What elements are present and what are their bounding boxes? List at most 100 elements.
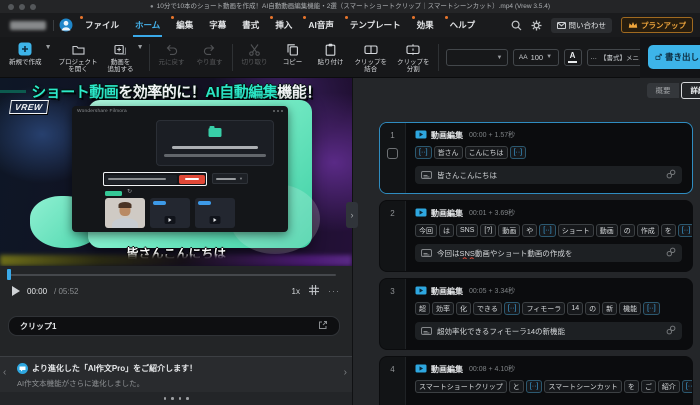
gap-chip[interactable]: [··] <box>525 380 543 393</box>
gap-chip[interactable]: [··] <box>509 146 527 159</box>
word-chip[interactable]: スマートシーンカット <box>544 380 622 393</box>
next-notice-chevron[interactable]: › <box>344 367 347 378</box>
word-chip[interactable]: 14 <box>567 302 584 315</box>
word-chip[interactable]: フィモーラ <box>522 302 566 315</box>
plan-upgrade-button[interactable]: プランアップ <box>621 17 693 33</box>
menu-tab-編集[interactable]: 編集 <box>168 13 201 37</box>
format-menu-button[interactable]: … 【書式】メニュー <box>586 48 645 66</box>
word-chip[interactable]: 化 <box>456 302 471 315</box>
menu-tab-ヘルプ[interactable]: ヘルプ <box>442 13 484 37</box>
word-chip[interactable]: 新 <box>602 302 618 315</box>
export-button[interactable]: 書き出し <box>648 45 700 69</box>
gap-chip[interactable]: [··] <box>503 302 521 315</box>
clip-card-2[interactable]: 2 動画編集 00:01 + 3.69秒 今回は SNS [?] 動画や [··] ショー… <box>379 200 693 272</box>
menu-tab-AI音声[interactable]: AI音声 <box>300 13 342 37</box>
word-chip[interactable]: 作成 <box>636 224 659 237</box>
clip-card-1[interactable]: 1 動画編集 00:00 + 1.57秒 [··] 皆さん こんにちは [··] 皆さ… <box>379 122 693 194</box>
link-icon[interactable] <box>666 322 676 340</box>
toolbar-new-button[interactable]: 新規で作成 ▼ <box>4 37 54 67</box>
gap-chip[interactable]: [··] <box>677 224 692 237</box>
font-family-select[interactable]: ▼ <box>445 48 508 66</box>
toolbar-copy-button[interactable]: コピー <box>274 37 312 67</box>
word-chip[interactable]: 皆さん <box>433 146 463 159</box>
chevron-down-icon[interactable]: ▼ <box>45 44 52 51</box>
menu-tab-ホーム[interactable]: ホーム <box>127 13 168 37</box>
playhead[interactable] <box>7 269 11 280</box>
word-chip[interactable]: の <box>585 302 601 315</box>
word-chip[interactable]: や <box>522 224 538 237</box>
word-chip[interactable]: は <box>439 224 454 237</box>
panel-tab-詳細[interactable]: 詳細 <box>681 82 700 99</box>
clip-card-3[interactable]: 3 動画編集 00:05 + 3.34秒 超効率化できる [··] フィモーラ 14 の… <box>379 278 693 350</box>
search-icon[interactable] <box>511 20 522 31</box>
toolbar-paste-button[interactable]: 貼り付け <box>312 37 350 67</box>
menu-tab-効果[interactable]: 効果 <box>409 13 442 37</box>
word-chip[interactable]: 動画 <box>595 224 618 237</box>
menu-tab-挿入[interactable]: 挿入 <box>267 13 300 37</box>
word-chip[interactable]: を <box>623 380 639 393</box>
font-size-control[interactable]: AA 100 ▼ <box>512 48 559 66</box>
word-chip[interactable]: SNS <box>456 224 479 237</box>
menu-tab-ファイル[interactable]: ファイル <box>77 13 127 37</box>
toolbar-split-button[interactable]: クリップを 分割 <box>392 37 435 75</box>
text-color-button[interactable]: A <box>563 48 582 66</box>
clip-checkbox[interactable] <box>387 148 398 159</box>
menu-tab-字幕[interactable]: 字幕 <box>201 13 234 37</box>
menu-tab-書式[interactable]: 書式 <box>234 13 267 37</box>
word-chip[interactable]: 紹介 <box>657 380 680 393</box>
toolbar-open-button[interactable]: プロジェクト を開く <box>54 37 103 75</box>
panel-tab-概要[interactable]: 概要 <box>647 83 679 98</box>
toolbar-undo-button[interactable]: 元に戻す <box>153 37 191 67</box>
play-button[interactable] <box>12 286 20 296</box>
word-chip[interactable]: 効率 <box>432 302 454 315</box>
subtitle-row[interactable]: 今回はSNS動画やショート動画の作成を <box>415 244 682 262</box>
subtitle-row[interactable]: 超効率化できるフィモーラ14の新機能 <box>415 322 682 340</box>
prev-notice-chevron[interactable]: ‹ <box>3 367 6 378</box>
toolbar-cut-button[interactable]: 切り取り <box>236 37 274 67</box>
pagination-dot[interactable] <box>163 397 166 400</box>
collapse-panel-handle[interactable]: › <box>346 202 358 228</box>
subtitle-row[interactable]: 皆さんこんにちは <box>415 166 682 184</box>
toolbar-merge-button[interactable]: クリップを 結合 <box>350 37 393 75</box>
word-chip[interactable]: 動画 <box>498 224 521 237</box>
toolbar-addvideo-button[interactable]: 動画を 追加する ▼ <box>103 37 146 75</box>
video-preview[interactable]: ショート動画を効率的に！AI自動編集機能！ VREW Wondershare F… <box>0 78 352 266</box>
word-chip[interactable]: できる <box>473 302 502 315</box>
word-chip[interactable]: と <box>508 380 524 393</box>
word-chip[interactable]: を <box>660 224 676 237</box>
word-chip[interactable]: 今回 <box>415 224 437 237</box>
word-chip[interactable]: ショート <box>557 224 594 237</box>
open-external-icon[interactable] <box>318 317 328 335</box>
headline-segment: ショート動画 <box>31 84 119 101</box>
word-chip[interactable]: [?] <box>480 224 497 237</box>
word-chip[interactable]: ご <box>640 380 656 393</box>
clip-card-4[interactable]: 4 動画編集 00:08 + 4.10秒 スマートショートクリップと [··] スマ… <box>379 356 693 405</box>
pagination-dot[interactable] <box>171 397 174 400</box>
chevron-down-icon[interactable]: ▼ <box>137 44 144 51</box>
word-chip[interactable]: こんにちは <box>464 146 508 159</box>
pagination-dot[interactable] <box>178 397 181 400</box>
word-chip[interactable]: スマートショートクリップ <box>415 380 507 393</box>
word-chip[interactable]: 機能 <box>619 302 642 315</box>
timeline-track[interactable] <box>10 274 336 276</box>
link-icon[interactable] <box>666 166 676 184</box>
menu-tab-テンプレート[interactable]: テンプレート <box>342 13 409 37</box>
user-avatar[interactable] <box>59 18 73 32</box>
gap-chip[interactable]: [··] <box>681 380 692 393</box>
link-icon[interactable] <box>666 244 676 262</box>
gap-chip[interactable]: [··] <box>539 224 556 237</box>
pagination-dot[interactable] <box>186 397 189 400</box>
settings-gear-icon[interactable] <box>531 20 542 31</box>
clip-timestamp: 00:00 + 1.57秒 <box>469 132 516 139</box>
toolbar-redo-button[interactable]: やり直す <box>191 37 229 67</box>
word-chip[interactable]: 超 <box>415 302 430 315</box>
grid-view-icon[interactable] <box>309 282 319 300</box>
word-chip[interactable]: の <box>619 224 635 237</box>
clip-title-bar[interactable]: クリップ1 <box>8 316 340 336</box>
more-options-icon[interactable]: ··· <box>328 286 340 296</box>
playback-speed-button[interactable]: 1x <box>292 287 300 296</box>
gap-chip[interactable]: [··] <box>643 302 660 315</box>
contact-button[interactable]: 問い合わせ <box>550 17 612 33</box>
gap-chip[interactable]: [··] <box>415 146 432 159</box>
toolbar-divider <box>437 43 439 71</box>
